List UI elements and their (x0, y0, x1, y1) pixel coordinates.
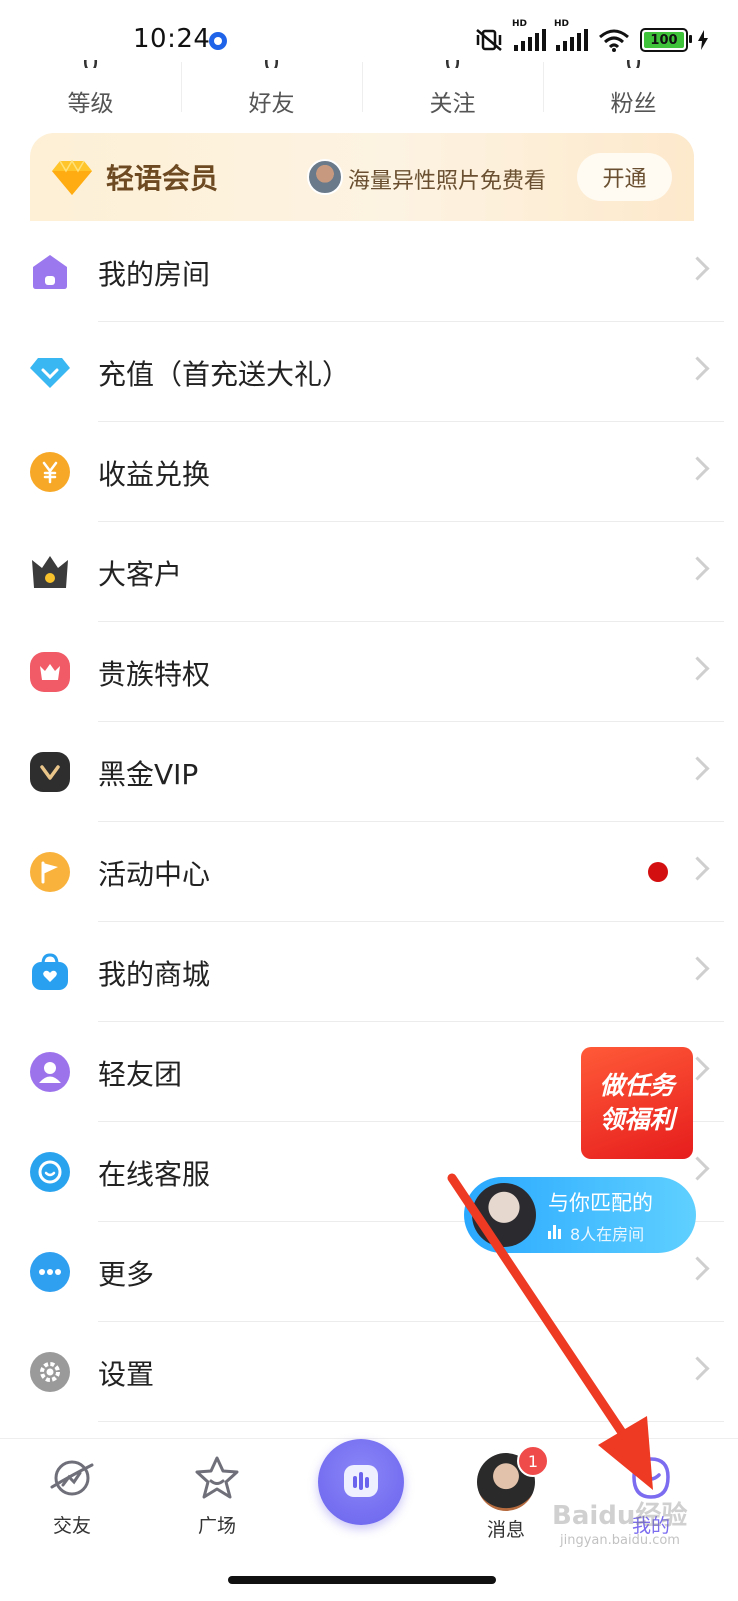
chevron-right-icon (685, 356, 710, 381)
task-line-2: 领福利 (599, 1105, 675, 1134)
menu-item-my-room[interactable]: 我的房间 (0, 222, 738, 322)
charging-icon (698, 30, 708, 50)
chevron-right-icon (685, 756, 710, 781)
match-title: 与你匹配的 (548, 1191, 653, 1215)
stat-label: 关注 (429, 91, 476, 117)
chevron-right-icon (685, 256, 710, 281)
yuan-icon (30, 452, 70, 492)
menu-item-label: 充值（首充送大礼） (98, 358, 351, 391)
diamond-icon (30, 352, 70, 392)
menu-item-label: 收益兑换 (98, 458, 211, 491)
home-indicator (228, 1576, 496, 1584)
activate-vip-button[interactable]: 开通 (577, 153, 672, 201)
chevron-right-icon (685, 1356, 710, 1381)
battery-icon: 100 (640, 28, 692, 52)
menu-item-label: 我的商城 (98, 958, 211, 991)
chevron-right-icon (685, 1156, 710, 1181)
chevron-right-icon (685, 456, 710, 481)
mute-vibrate-icon (476, 29, 502, 51)
stat-fans[interactable]: 0 粉丝 (543, 54, 724, 117)
vip-title: 轻语会员 (106, 162, 219, 195)
menu-item-label: 设置 (98, 1358, 155, 1391)
cellular-signal-icon: HD (554, 19, 588, 51)
avatar (307, 159, 343, 195)
menu-item-label: 活动中心 (98, 858, 211, 891)
chevron-right-icon (685, 1256, 710, 1281)
stat-label: 等级 (67, 91, 114, 117)
matching-room-pill[interactable]: 与你匹配的 8人在房间 (464, 1177, 696, 1253)
menu-item-recharge[interactable]: 充值（首充送大礼） (0, 322, 738, 422)
tab-messages[interactable]: 1 消息 (461, 1445, 551, 1542)
v-badge-icon (30, 752, 70, 792)
status-icons: HD HD 100 (474, 19, 708, 52)
chevron-right-icon (685, 656, 710, 681)
crown-icon (30, 652, 70, 692)
stat-level[interactable]: 0 等级 (0, 54, 181, 117)
menu-item-label: 更多 (98, 1258, 155, 1291)
menu-item-my-store[interactable]: 我的商城 (0, 922, 738, 1022)
house-icon (30, 252, 70, 292)
menu-item-label: 在线客服 (98, 1158, 211, 1191)
user-icon (30, 1052, 70, 1092)
menu-item-noble-privilege[interactable]: 贵族特权 (0, 622, 738, 722)
profile-stats: 0 等级 0 好友 0 关注 0 粉丝 (0, 54, 724, 117)
watermark-url: jingyan.baidu.com (560, 1533, 680, 1548)
wifi-icon (599, 29, 629, 52)
tab-label: 交友 (52, 1515, 91, 1537)
tab-label: 消息 (486, 1519, 525, 1541)
menu-item-label: 大客户 (98, 558, 183, 591)
vip-banner[interactable]: 轻语会员 海量异性照片免费看 开通 (30, 133, 694, 221)
task-reward-badge[interactable]: 做任务 领福利 (581, 1047, 693, 1159)
menu-item-label: 贵族特权 (98, 658, 211, 691)
menu-item-label: 黑金VIP (98, 758, 199, 791)
crown-icon (30, 552, 70, 592)
voice-room-button[interactable] (318, 1439, 404, 1525)
gem-icon (52, 159, 92, 195)
chat-bubble-icon (30, 1152, 70, 1192)
menu-item-black-gold-vip[interactable]: 黑金VIP (0, 722, 738, 822)
app-notification-icon (209, 32, 227, 50)
menu-item-big-customer[interactable]: 大客户 (0, 522, 738, 622)
gear-icon (30, 1352, 70, 1392)
unread-badge: 1 (517, 1445, 549, 1477)
stat-label: 好友 (248, 91, 295, 117)
status-bar: 10:24 HD HD 100 (0, 0, 738, 60)
shopping-bag-icon (30, 952, 70, 992)
avatar (472, 1183, 536, 1247)
menu-item-settings[interactable]: 设置 (0, 1322, 738, 1422)
flag-icon (30, 852, 70, 892)
stat-label: 粉丝 (610, 91, 657, 117)
audio-bars-icon (548, 1223, 561, 1239)
match-subtitle: 8人在房间 (570, 1225, 645, 1244)
stat-following[interactable]: 0 关注 (362, 54, 543, 117)
task-line-1: 做任务 (599, 1071, 675, 1100)
menu-item-activity-center[interactable]: 活动中心 (0, 822, 738, 922)
status-time: 10:24 (133, 24, 211, 54)
cellular-signal-icon: HD (512, 19, 546, 51)
star-icon (195, 1456, 239, 1499)
watermark: Baidu经验 (552, 1501, 688, 1531)
divider (98, 1421, 724, 1422)
tab-make-friends[interactable]: 交友 (27, 1453, 117, 1538)
menu-item-label: 轻友团 (98, 1058, 183, 1091)
stat-friends[interactable]: 0 好友 (181, 54, 362, 117)
menu-item-earnings-exchange[interactable]: 收益兑换 (0, 422, 738, 522)
notification-dot (648, 862, 668, 882)
tab-plaza[interactable]: 广场 (172, 1453, 262, 1538)
voice-room-icon (344, 1465, 378, 1497)
chevron-right-icon (685, 556, 710, 581)
chevron-right-icon (685, 956, 710, 981)
chevron-right-icon (685, 856, 710, 881)
avatar: 1 (477, 1445, 549, 1511)
planet-icon (50, 1460, 94, 1496)
more-dots-icon (30, 1252, 70, 1292)
vip-description: 海量异性照片免费看 (348, 169, 547, 194)
menu-item-label: 我的房间 (98, 258, 211, 291)
tab-label: 广场 (197, 1515, 236, 1537)
